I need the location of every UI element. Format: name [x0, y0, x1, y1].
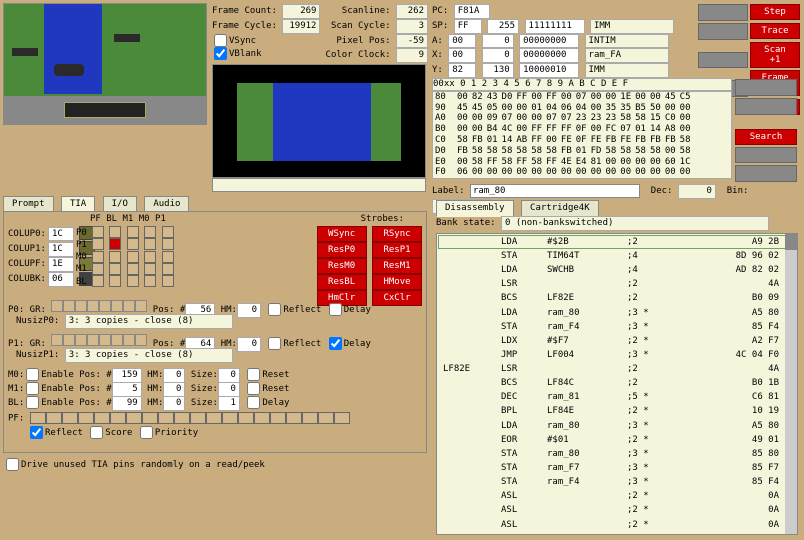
tab-disasm[interactable]: Disassembly — [436, 200, 514, 217]
disasm-row[interactable]: LDASWCHB;4AD 82 02 — [439, 264, 795, 276]
disasm-row[interactable]: BPLLF84E;2 *10 19 — [439, 405, 795, 417]
m0-enable[interactable] — [26, 368, 39, 381]
vblank-check[interactable] — [214, 47, 227, 60]
vsync-check[interactable] — [214, 34, 227, 47]
frame-cycle: 19912 — [282, 19, 320, 34]
mem-dump: 00xx 0 1 2 3 4 5 6 7 8 9 A B C D E F 800… — [432, 78, 732, 179]
disasm-row[interactable]: LDAram_80;3 *A5 80 — [439, 307, 795, 319]
disasm-row[interactable]: LDAram_80;3 *A5 80 — [439, 420, 795, 432]
tab-cart[interactable]: Cartridge4K — [521, 200, 599, 217]
disasm-row[interactable]: ASL;2 *0A — [439, 490, 795, 502]
game-view-small — [3, 3, 207, 125]
p0-hm[interactable]: 0 — [237, 303, 261, 318]
drive-pins[interactable] — [6, 458, 19, 471]
tia-panel: PF BL M1 M0 P1 Strobes: COLUP0:1C COLUP1… — [3, 211, 427, 453]
game-view-large — [212, 64, 426, 178]
disasm-row[interactable]: DECram_81;5 *C6 81 — [439, 391, 795, 403]
prompt-line[interactable] — [212, 178, 426, 192]
disasm-row[interactable]: STAram_F7;3 *85 F7 — [439, 462, 795, 474]
disasm-row[interactable]: EOR#$01;2 *49 01 — [439, 434, 795, 446]
disasm-row[interactable]: BCSLF84C;2B0 1B — [439, 377, 795, 389]
pf-priority[interactable] — [140, 426, 153, 439]
pf-score[interactable] — [90, 426, 103, 439]
frame-count: 269 — [282, 4, 320, 19]
reset-button[interactable] — [735, 165, 797, 182]
disasm-row[interactable]: STATIM64T;48D 96 02 — [439, 250, 795, 262]
disasm-row[interactable]: LDA#$2B;2A9 2B — [439, 236, 795, 248]
disasm-row[interactable]: LDX#$F7;2 *A2 F7 — [439, 335, 795, 347]
p1-delay[interactable] — [329, 337, 342, 350]
nusizp0[interactable]: 3: 3 copies - close (8) — [65, 314, 233, 329]
search-button[interactable]: Search — [735, 129, 797, 145]
btn-b[interactable] — [735, 98, 797, 115]
search-col: Search — [734, 78, 796, 183]
trace-button[interactable]: Trace — [750, 23, 800, 39]
p1-hm[interactable]: 0 — [237, 337, 261, 352]
rewind2[interactable] — [698, 23, 748, 40]
nusizp1[interactable]: 3: 3 copies - close (8) — [65, 348, 233, 363]
rewind3[interactable] — [698, 52, 748, 69]
disasm-row[interactable]: STAram_80;3 *85 80 — [439, 448, 795, 460]
p0-delay[interactable] — [329, 303, 342, 316]
rewind1[interactable] — [698, 4, 748, 21]
label-input[interactable] — [470, 184, 640, 198]
disasm-row[interactable]: LF82ELSR;24A — [439, 363, 795, 375]
scan-info: Scanline: 262 Scan Cycle: 3 Pixel Pos: -… — [318, 4, 428, 63]
step-button[interactable]: Step — [750, 4, 800, 20]
compare-button[interactable] — [735, 147, 797, 164]
tabs-right: Disassembly Cartridge4K — [436, 200, 601, 217]
m1-enable[interactable] — [26, 382, 39, 395]
pc-field[interactable]: F81A — [454, 4, 490, 19]
pf-reflect[interactable] — [30, 426, 43, 439]
m0-reset[interactable] — [247, 368, 260, 381]
p1-reflect[interactable] — [268, 337, 281, 350]
bl-enable[interactable] — [26, 396, 39, 409]
bank-state[interactable]: 0 (non-bankswitched) — [501, 216, 769, 231]
scan-button[interactable]: Scan +1 — [750, 42, 800, 68]
disasm-row[interactable]: LSR;24A — [439, 278, 795, 290]
disasm-row[interactable]: ASL;2 *0A — [439, 504, 795, 516]
disasm-row[interactable]: JMPLF004;3 *4C 04 F0 — [439, 349, 795, 361]
disasm-row[interactable]: BCSLF82E;2B0 09 — [439, 292, 795, 304]
p0-reflect[interactable] — [268, 303, 281, 316]
btn-a[interactable] — [735, 79, 797, 96]
bl-delay[interactable] — [247, 396, 260, 409]
disasm-panel: Bank state: 0 (non-bankswitched) LDA#$2B… — [436, 216, 798, 535]
disasm-row[interactable]: STAram_F4;3 *85 F4 — [439, 476, 795, 488]
pf-bits[interactable] — [30, 414, 350, 424]
disasm-row[interactable]: ADC#$08;2 *69 08 — [439, 533, 795, 535]
disasm-scrollbar[interactable] — [785, 234, 797, 534]
disasm-row[interactable]: STAram_F4;3 *85 F4 — [439, 321, 795, 333]
m1-reset[interactable] — [247, 382, 260, 395]
disasm-row[interactable]: ASL;2 *0A — [439, 519, 795, 531]
